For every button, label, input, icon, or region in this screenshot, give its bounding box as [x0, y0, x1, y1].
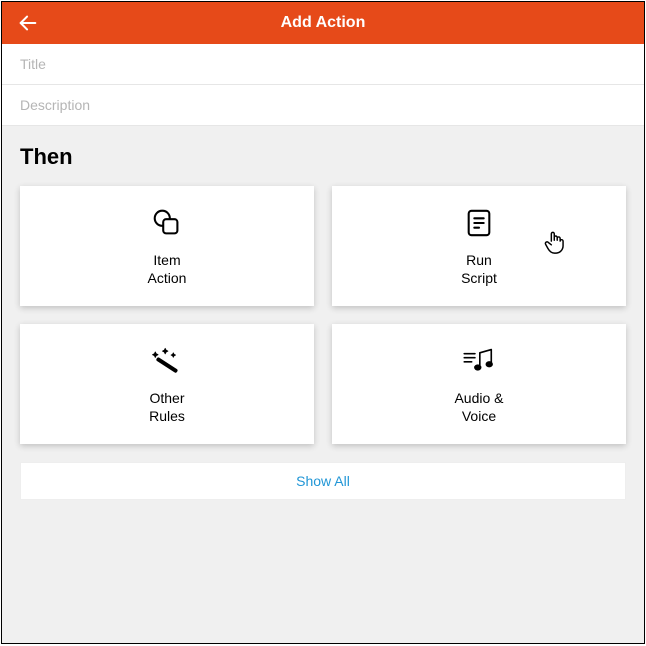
card-grid: Item Action Run Script: [2, 178, 644, 458]
card-other-rules[interactable]: Other Rules: [20, 324, 314, 444]
copy-icon: [149, 205, 185, 241]
form-area: [2, 44, 644, 126]
header-bar: Add Action: [2, 2, 644, 44]
title-input[interactable]: [2, 44, 644, 85]
app-frame: Add Action Then Item Action: [1, 1, 645, 644]
description-input[interactable]: [2, 85, 644, 126]
card-label: Run Script: [461, 251, 497, 287]
page-title: Add Action: [2, 14, 644, 32]
back-arrow-icon: [17, 12, 39, 34]
card-label: Audio & Voice: [454, 389, 503, 425]
script-icon: [461, 205, 497, 241]
section-then-label: Then: [2, 126, 644, 178]
music-icon: [461, 343, 497, 379]
card-audio-voice[interactable]: Audio & Voice: [332, 324, 626, 444]
card-run-script[interactable]: Run Script: [332, 186, 626, 306]
card-item-action[interactable]: Item Action: [20, 186, 314, 306]
card-label: Other Rules: [149, 389, 185, 425]
card-label: Item Action: [148, 251, 187, 287]
wand-icon: [149, 343, 185, 379]
cursor-hand-icon: [544, 230, 566, 256]
back-button[interactable]: [12, 7, 44, 39]
show-all-button[interactable]: Show All: [20, 462, 626, 500]
show-all-label: Show All: [296, 473, 350, 489]
